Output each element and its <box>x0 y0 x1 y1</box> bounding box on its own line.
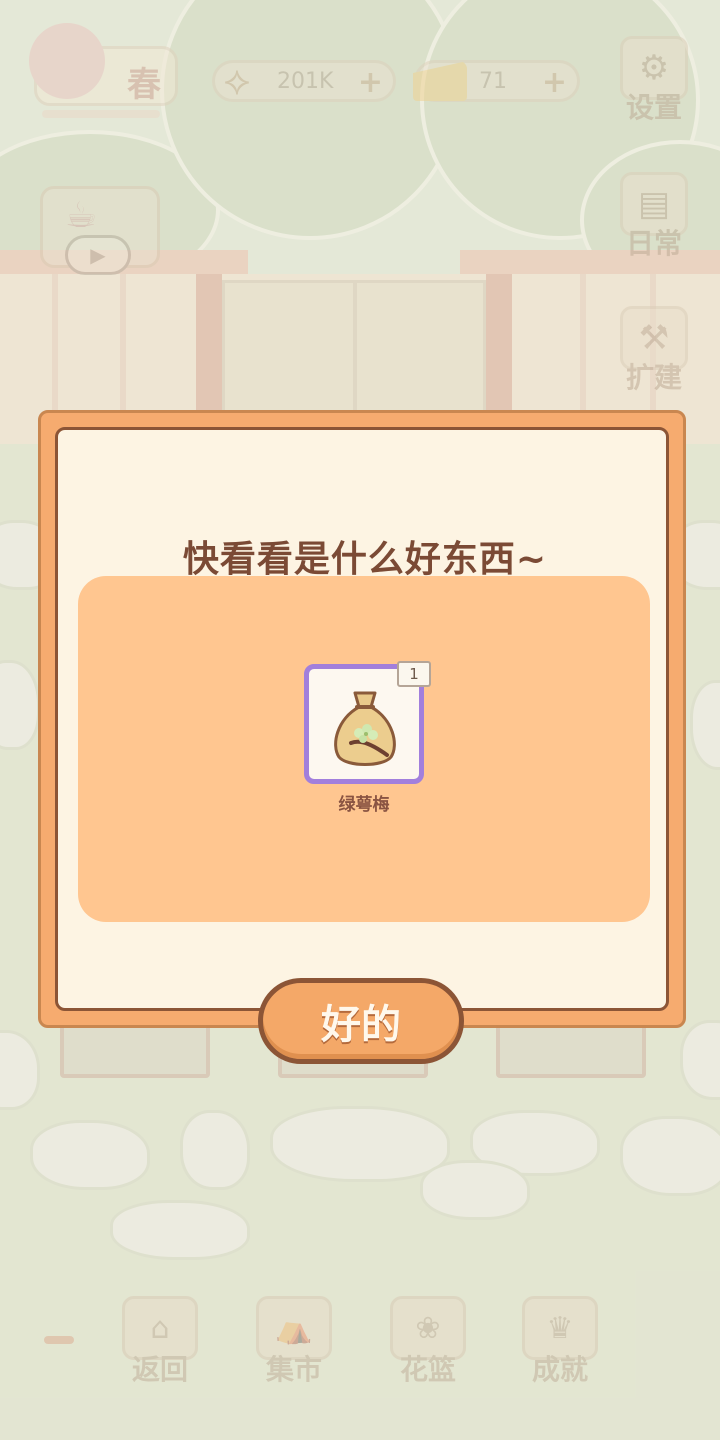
reward-dialog: 快看看是什么好东西~ 1 绿萼梅 <box>38 410 686 1028</box>
reward-dialog-panel: 快看看是什么好东西~ 1 绿萼梅 <box>55 427 669 1011</box>
reward-area: 1 绿萼梅 <box>78 576 650 922</box>
seed-bag-icon <box>334 691 396 766</box>
dialog-title: 快看看是什么好东西~ <box>182 539 548 580</box>
item-count-badge: 1 <box>397 661 431 687</box>
reward-item-card[interactable]: 1 <box>304 661 431 784</box>
ok-button[interactable]: 好的 <box>258 978 464 1064</box>
reward-item-name: 绿萼梅 <box>338 795 390 815</box>
